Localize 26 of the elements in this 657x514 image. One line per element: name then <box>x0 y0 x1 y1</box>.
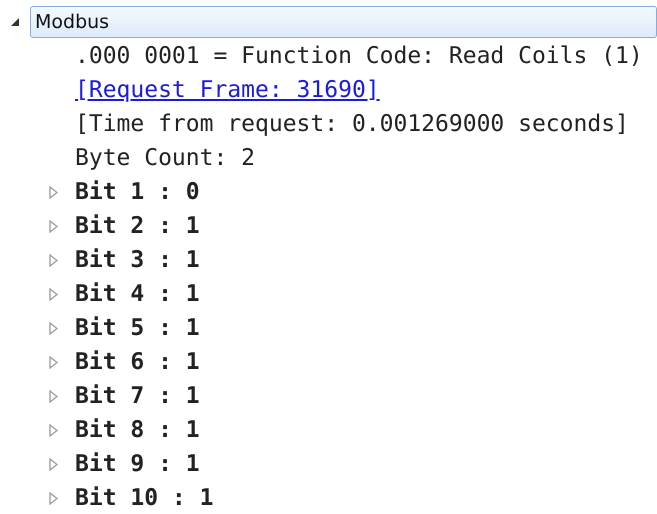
collapsed-arrow-icon[interactable] <box>49 254 58 266</box>
collapsed-arrow-icon[interactable] <box>49 492 58 504</box>
tree-item[interactable]: Bit 4 : 1 <box>75 281 200 307</box>
tree-item[interactable]: Bit 3 : 1 <box>75 247 200 273</box>
expanded-arrow-icon[interactable] <box>10 17 20 27</box>
collapsed-arrow-icon[interactable] <box>49 288 58 300</box>
field-text: Byte Count: 2 <box>75 145 256 171</box>
collapsed-arrow-icon[interactable] <box>49 424 58 436</box>
tree-item[interactable]: Bit 7 : 1 <box>75 383 200 409</box>
field-text: .000 0001 = Function Code: Read Coils (1) <box>75 43 643 69</box>
request-frame-link[interactable]: [Request Frame: 31690] <box>75 77 380 103</box>
tree-item[interactable]: Bit 6 : 1 <box>75 349 200 375</box>
tree-item[interactable]: Bit 10 : 1 <box>75 485 214 511</box>
collapsed-arrow-icon[interactable] <box>49 220 58 232</box>
collapsed-arrow-icon[interactable] <box>49 322 58 334</box>
tree-item[interactable]: Bit 9 : 1 <box>75 451 200 477</box>
tree-item[interactable]: Bit 5 : 1 <box>75 315 200 341</box>
collapsed-arrow-icon[interactable] <box>49 186 58 198</box>
collapsed-arrow-icon[interactable] <box>49 458 58 470</box>
field-text: [Time from request: 0.001269000 seconds] <box>75 111 629 137</box>
collapsed-arrow-icon[interactable] <box>49 390 58 402</box>
tree-item[interactable]: Bit 2 : 1 <box>75 213 200 239</box>
tree-item[interactable]: Bit 8 : 1 <box>75 417 200 443</box>
tree-item[interactable]: Bit 1 : 0 <box>75 179 200 205</box>
collapsed-arrow-icon[interactable] <box>49 356 58 368</box>
tree-node[interactable]: Modbus <box>30 6 657 38</box>
